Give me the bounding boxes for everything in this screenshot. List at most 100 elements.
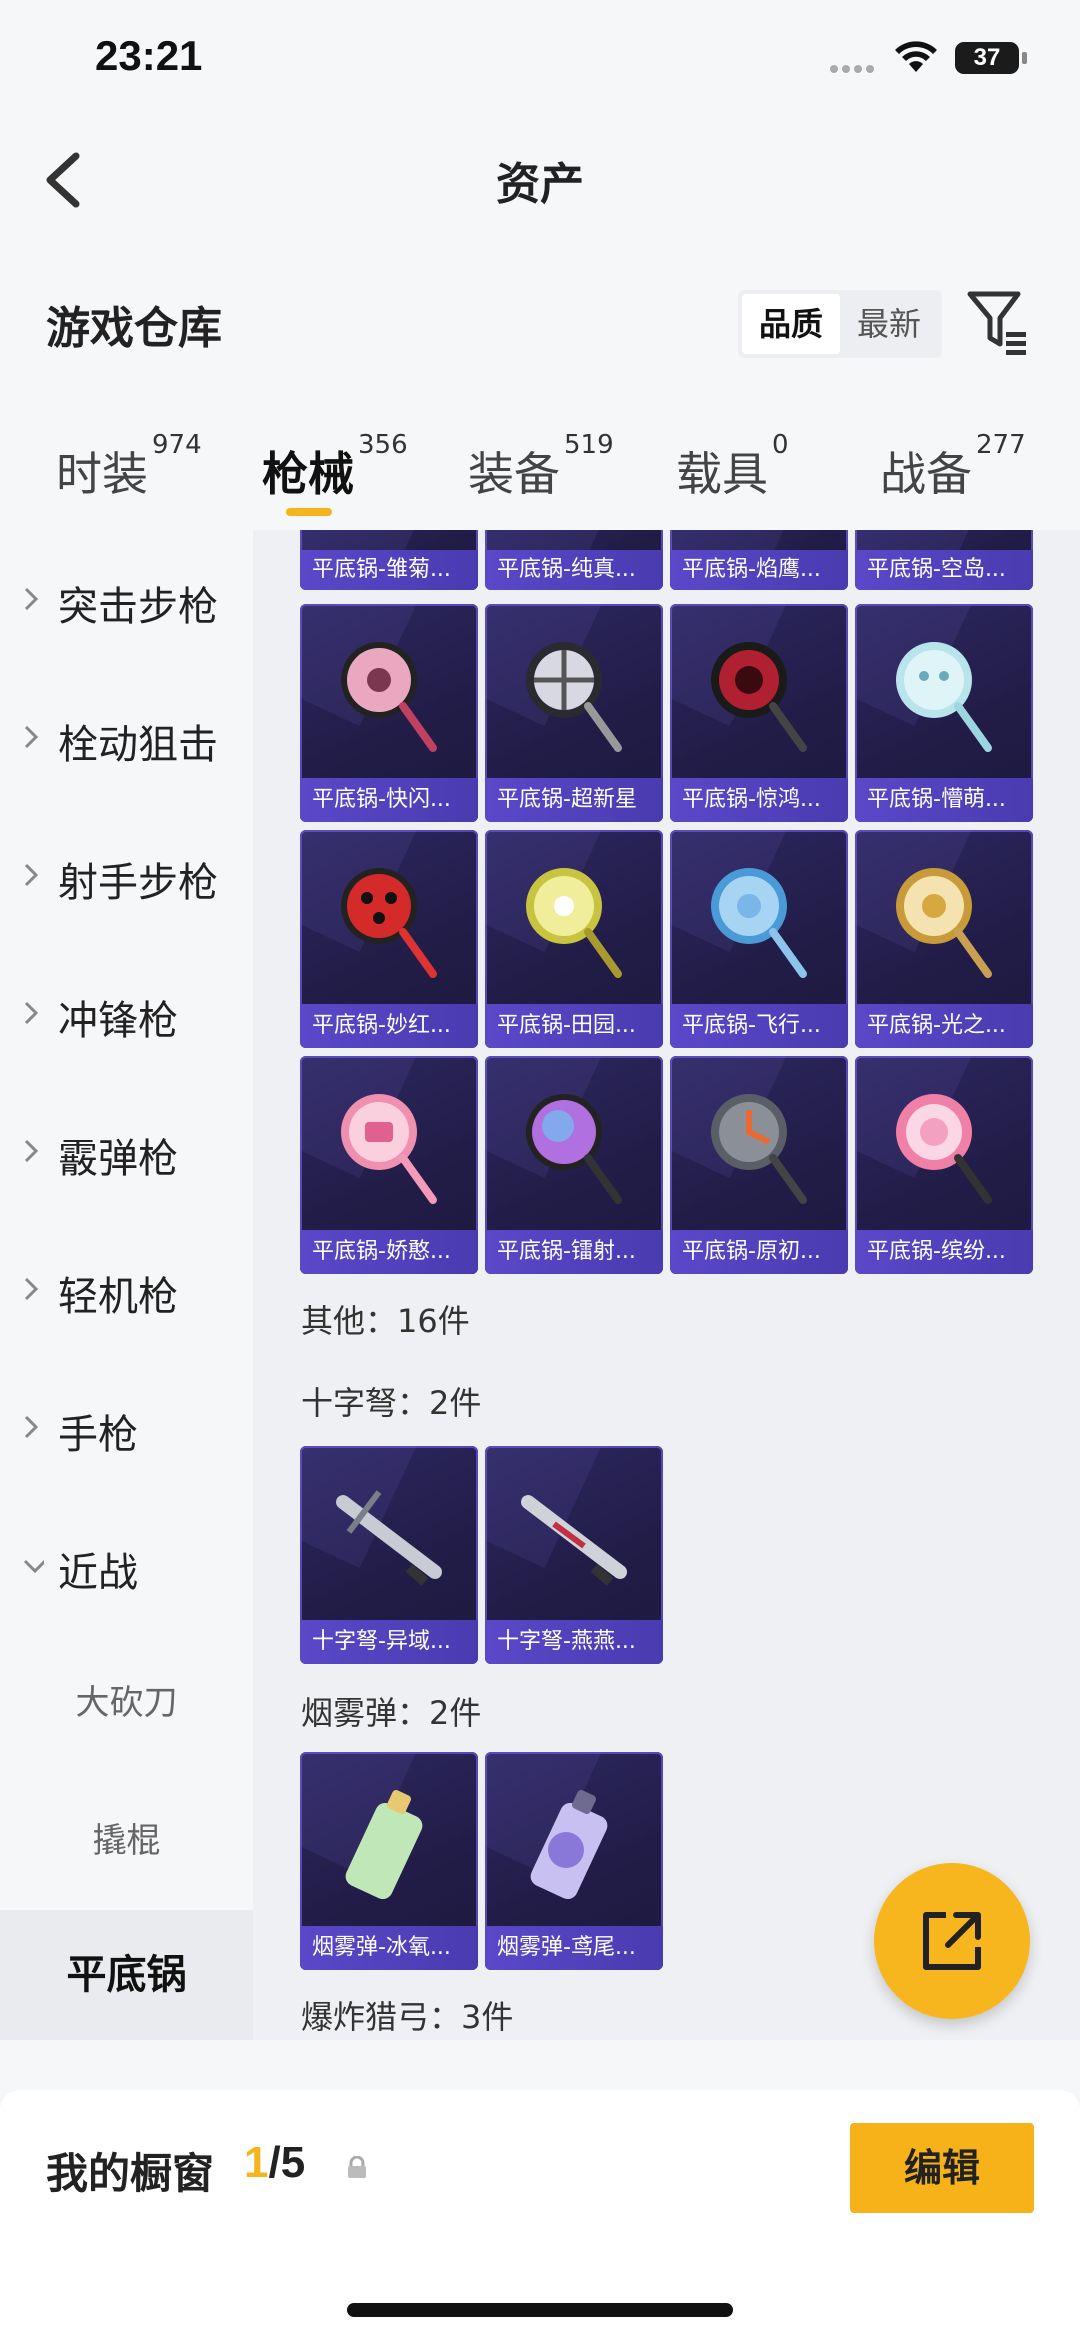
crossbow-icon (521, 1495, 627, 1586)
tab-supplies[interactable]: 战备277 (880, 430, 1026, 504)
sidebar-item-assault-rifle[interactable]: 突击步枪 (0, 530, 253, 668)
item-name: 平底锅-空岛... (855, 550, 1033, 590)
home-indicator (347, 2303, 733, 2317)
frying-pan-icon (711, 642, 807, 752)
edit-button[interactable]: 编辑 (850, 2123, 1034, 2213)
smoke-grenade-icon (345, 1790, 423, 1900)
tab-equipment[interactable]: 装备519 (468, 430, 614, 504)
item-name: 平底锅-纯真... (485, 550, 663, 590)
section-label-crossbow: 十字弩：2件 (301, 1384, 482, 1422)
sidebar-item-label: 霰弹枪 (58, 1136, 178, 1182)
wifi-icon (895, 41, 937, 72)
tab-firearms[interactable]: 枪械356 (262, 430, 408, 504)
item-card[interactable]: 平底锅-田园... (485, 830, 663, 1048)
share-button[interactable] (874, 1863, 1030, 2019)
sort-latest-button[interactable]: 最新 (840, 294, 938, 354)
smoke-grenade-icon (530, 1790, 608, 1900)
sidebar-subitem-pan-selected[interactable]: 平底锅 (0, 1910, 253, 2040)
sidebar-item-label: 突击步枪 (58, 584, 218, 630)
item-card[interactable]: 平底锅-快闪... (300, 604, 478, 822)
item-card[interactable]: 平底锅-纯真... (485, 530, 663, 590)
item-card[interactable]: 平底锅-飞行... (670, 830, 848, 1048)
chevron-right-icon (24, 1277, 39, 1301)
item-name: 平底锅-惊鸿... (670, 778, 848, 822)
item-name: 平底锅-妙红... (300, 1004, 478, 1048)
item-card[interactable]: 平底锅-雏菊... (300, 530, 478, 590)
item-card[interactable]: 平底锅-空岛... (855, 530, 1033, 590)
tab-fashion[interactable]: 时装974 (56, 430, 202, 504)
battery-icon: 37 (955, 42, 1027, 74)
sidebar-subitem-machete[interactable]: 大砍刀 (0, 1634, 253, 1772)
chevron-right-icon (24, 863, 39, 887)
sidebar-item-pistol[interactable]: 手枪 (0, 1358, 253, 1496)
sidebar-subitem-crowbar[interactable]: 撬棍 (0, 1772, 253, 1910)
share-icon (923, 1912, 981, 1970)
frying-pan-icon (896, 1094, 992, 1204)
item-card[interactable]: 平底锅-妙红... (300, 830, 478, 1048)
frying-pan-icon (341, 642, 437, 752)
item-name: 烟雾弹-冰氧... (300, 1926, 478, 1970)
item-card[interactable]: 十字弩-异域... (300, 1446, 478, 1664)
showcase-bar: 我的橱窗 1/5 编辑 (0, 2090, 1080, 2339)
item-name: 平底锅-快闪... (300, 778, 478, 822)
item-name: 平底锅-缤纷... (855, 1230, 1033, 1274)
showcase-count: 1/5 (244, 2138, 305, 2188)
showcase-total: /5 (268, 2138, 306, 2187)
item-card[interactable]: 平底锅-原初... (670, 1056, 848, 1274)
item-name: 平底锅-原初... (670, 1230, 848, 1274)
item-name: 平底锅-田园... (485, 1004, 663, 1048)
section-label-smoke: 烟雾弹：2件 (301, 1694, 482, 1732)
weapon-category-sidebar: 突击步枪 栓动狙击 射手步枪 冲锋枪 霰弹枪 轻机枪 手枪 近战 大砍刀 撬棍 … (0, 530, 253, 2040)
sidebar-item-melee[interactable]: 近战 (0, 1496, 253, 1634)
nav-bar: 资产 (0, 120, 1080, 240)
item-card[interactable]: 平底锅-懵萌... (855, 604, 1033, 822)
section-heading: 游戏仓库 (46, 303, 222, 354)
sidebar-item-label: 手枪 (58, 1412, 138, 1458)
warehouse-header: 游戏仓库 品质 最新 (0, 270, 1080, 370)
filter-icon[interactable] (966, 288, 1032, 358)
frying-pan-icon (711, 868, 807, 978)
section-label-explosive-bow: 爆炸猎弓：3件 (301, 1998, 514, 2036)
showcase-label: 我的橱窗 (46, 2149, 215, 2198)
frying-pan-icon (526, 1094, 622, 1204)
frying-pan-icon (526, 642, 622, 752)
item-name: 平底锅-焰鹰... (670, 550, 848, 590)
item-grid: 平底锅-雏菊... 平底锅-纯真... 平底锅-焰鹰... 平底锅-空岛... … (253, 530, 1080, 2040)
item-card[interactable]: 平底锅-缤纷... (855, 1056, 1033, 1274)
tab-vehicles[interactable]: 载具0 (676, 430, 789, 504)
item-card[interactable]: 平底锅-娇憨... (300, 1056, 478, 1274)
sidebar-item-dmr[interactable]: 射手步枪 (0, 806, 253, 944)
item-card[interactable]: 平底锅-超新星 (485, 604, 663, 822)
active-tab-indicator (286, 508, 332, 516)
item-card[interactable]: 平底锅-焰鹰... (670, 530, 848, 590)
sidebar-item-lmg[interactable]: 轻机枪 (0, 1220, 253, 1358)
sidebar-item-shotgun[interactable]: 霰弹枪 (0, 1082, 253, 1220)
chevron-right-icon (24, 1139, 39, 1163)
item-name: 平底锅-娇憨... (300, 1230, 478, 1274)
item-card[interactable]: 十字弩-燕燕... (485, 1446, 663, 1664)
chevron-down-icon (23, 1559, 44, 1574)
sort-quality-button[interactable]: 品质 (742, 294, 840, 354)
sidebar-item-label: 冲锋枪 (58, 998, 178, 1044)
frying-pan-icon (711, 1094, 807, 1204)
item-card[interactable]: 平底锅-惊鸿... (670, 604, 848, 822)
crossbow-icon (336, 1490, 442, 1586)
item-card[interactable]: 平底锅-光之... (855, 830, 1033, 1048)
item-card[interactable]: 烟雾弹-鸢尾... (485, 1752, 663, 1970)
frying-pan-icon (526, 868, 622, 978)
frying-pan-icon (341, 868, 437, 978)
status-bar: 23:21 37 (0, 0, 1080, 120)
item-name: 烟雾弹-鸢尾... (485, 1926, 663, 1970)
frying-pan-icon (896, 642, 992, 752)
page-title: 资产 (496, 159, 584, 210)
item-card[interactable]: 烟雾弹-冰氧... (300, 1752, 478, 1970)
item-card[interactable]: 平底锅-镭射... (485, 1056, 663, 1274)
sidebar-item-label: 射手步枪 (58, 860, 218, 906)
sidebar-item-bolt-sniper[interactable]: 栓动狙击 (0, 668, 253, 806)
section-label-other: 其他：16件 (301, 1302, 470, 1340)
sidebar-item-label: 轻机枪 (58, 1274, 178, 1320)
item-name: 平底锅-超新星 (485, 778, 663, 822)
sidebar-item-label: 近战 (58, 1550, 138, 1596)
sidebar-item-smg[interactable]: 冲锋枪 (0, 944, 253, 1082)
item-name: 平底锅-光之... (855, 1004, 1033, 1048)
